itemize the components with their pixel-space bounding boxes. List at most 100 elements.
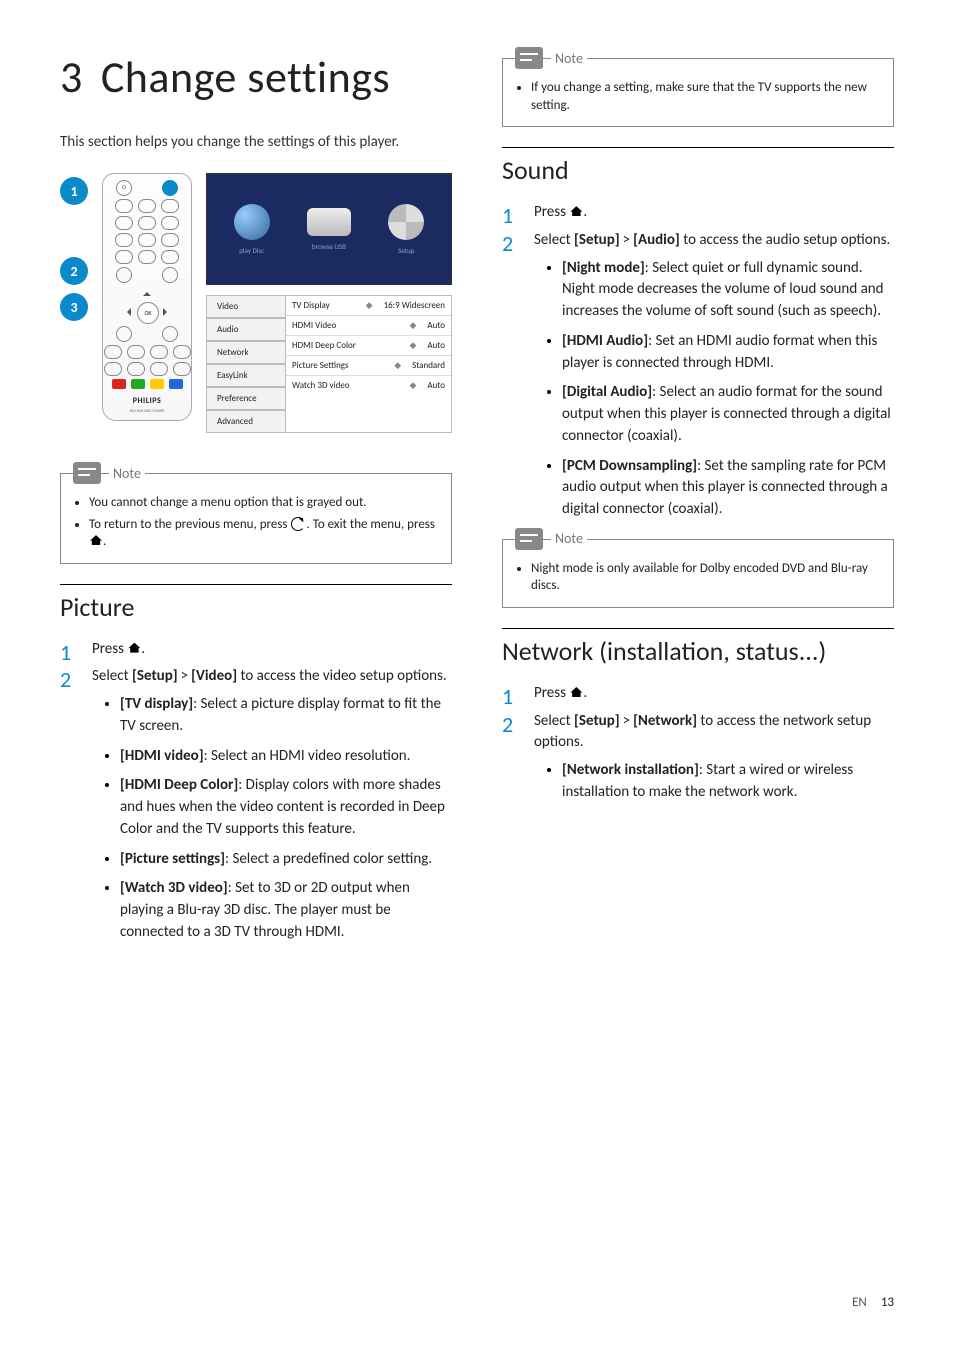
remote-btn <box>161 216 179 230</box>
menu-label: [Setup] <box>574 231 620 249</box>
back-icon <box>291 517 305 531</box>
gt-icon: > <box>623 712 630 730</box>
gt-icon: > <box>623 231 630 249</box>
footer-lang: EN <box>852 1295 867 1310</box>
remote-btn <box>162 267 178 283</box>
sidebar-item: Video <box>206 295 285 318</box>
transport-btn <box>104 345 122 359</box>
home-icon <box>570 206 582 216</box>
section-rule <box>502 147 894 148</box>
bullet-icon: ◆ <box>409 380 416 391</box>
step-badge-3: 3 <box>60 293 88 321</box>
option-value: 16:9 Widescreen <box>384 300 445 311</box>
bullet: [Picture settings]: Select a predefined … <box>120 849 452 871</box>
option-key: Picture Settings <box>292 360 386 371</box>
remote-control: ⏻ OK PHILIPS BLU-RAY DISC PLAYER <box>102 173 192 421</box>
home-item-label: play Disc <box>239 246 264 255</box>
bullet: [TV display]: Select a picture display f… <box>120 694 452 738</box>
sidebar-item: EasyLink <box>206 364 285 387</box>
setup-menu: Video Audio Network EasyLink Preference … <box>206 295 452 433</box>
option-key: TV Display <box>292 300 358 311</box>
remote-btn <box>115 199 133 213</box>
back-icon <box>116 326 132 342</box>
section-rule <box>502 628 894 629</box>
power-icon: ⏻ <box>116 180 132 196</box>
bullet: [Network installation]: Start a wired or… <box>562 760 894 804</box>
remote-brand: PHILIPS <box>133 396 162 406</box>
remote-btn <box>161 250 179 264</box>
ok-button: OK <box>137 302 159 324</box>
step: Select [Setup]>[Video] to access the vid… <box>60 666 452 943</box>
chapter-title-text: Change settings <box>101 50 390 104</box>
note-item: If you change a setting, make sure that … <box>531 79 879 114</box>
home-icon <box>90 535 102 545</box>
blue-button <box>169 379 183 389</box>
bullet-icon: ◆ <box>366 300 373 311</box>
chapter-title: 3Change settings <box>60 50 452 104</box>
remote-btn <box>116 267 132 283</box>
illustration: 1 2 3 ⏻ OK PHILIPS BLU-RAY DISC PLA <box>60 173 452 433</box>
remote-btn <box>138 216 156 230</box>
note-box: Note Night mode is only available for Do… <box>502 539 894 608</box>
step: Press . <box>502 683 894 705</box>
remote-btn <box>115 233 133 247</box>
play-disc-icon <box>234 204 270 240</box>
step: Press . <box>60 639 452 661</box>
transport-btn <box>173 345 191 359</box>
bullet: [HDMI Audio]: Set an HDMI audio format w… <box>562 331 894 375</box>
menu-label: [Video] <box>191 667 237 685</box>
menu-label: [Setup] <box>574 712 620 730</box>
home-item-label: browse USB <box>312 242 346 251</box>
step: Select [Setup]>[Network] to access the n… <box>502 711 894 804</box>
remote-subtitle: BLU-RAY DISC PLAYER <box>130 409 165 414</box>
note-item: To return to the previous menu, press . … <box>89 516 437 551</box>
option-key: HDMI Deep Color <box>292 340 401 351</box>
bullet: [Night mode]: Select quiet or full dynam… <box>562 258 894 323</box>
note-label: Note <box>109 465 145 482</box>
option-value: Auto <box>427 320 445 331</box>
note-label: Note <box>551 530 587 547</box>
note-icon <box>515 528 543 550</box>
option-value: Auto <box>427 340 445 351</box>
option-value: Auto <box>427 380 445 391</box>
bullet: [Digital Audio]: Select an audio format … <box>562 382 894 447</box>
bullet: [Watch 3D video]: Set to 3D or 2D output… <box>120 878 452 943</box>
home-icon <box>162 180 178 196</box>
section-heading-sound: Sound <box>502 154 894 186</box>
sidebar-item: Network <box>206 341 285 364</box>
step-badge-2: 2 <box>60 257 88 285</box>
bullet-icon: ◆ <box>409 340 416 351</box>
setup-icon <box>388 204 424 240</box>
step: Press . <box>502 202 894 224</box>
usb-icon <box>307 208 351 236</box>
red-button <box>112 379 126 389</box>
bullet: [PCM Downsampling]: Set the sampling rat… <box>562 456 894 521</box>
remote-btn <box>138 233 156 247</box>
note-icon <box>515 47 543 69</box>
section-heading-network: Network (installation, status...) <box>502 635 894 667</box>
transport-btn <box>150 345 168 359</box>
note-box: Note If you change a setting, make sure … <box>502 58 894 127</box>
home-screen: play Disc browse USB Setup <box>206 173 452 285</box>
sidebar-item: Advanced <box>206 410 285 433</box>
transport-btn <box>150 362 168 376</box>
green-button <box>131 379 145 389</box>
bullet: [HDMI Deep Color]: Display colors with m… <box>120 775 452 840</box>
remote-btn <box>138 199 156 213</box>
option-key: Watch 3D video <box>292 380 401 391</box>
options-icon <box>162 326 178 342</box>
note-box: Note You cannot change a menu option tha… <box>60 473 452 564</box>
transport-btn <box>173 362 191 376</box>
sidebar-item: Preference <box>206 387 285 410</box>
transport-btn <box>127 345 145 359</box>
remote-btn <box>115 250 133 264</box>
transport-btn <box>104 362 122 376</box>
yellow-button <box>150 379 164 389</box>
section-heading-picture: Picture <box>60 591 452 623</box>
option-value: Standard <box>412 360 445 371</box>
remote-btn <box>138 250 156 264</box>
note-item: Night mode is only available for Dolby e… <box>531 560 879 595</box>
remote-btn <box>161 199 179 213</box>
remote-btn <box>115 216 133 230</box>
menu-label: [Network] <box>633 712 697 730</box>
